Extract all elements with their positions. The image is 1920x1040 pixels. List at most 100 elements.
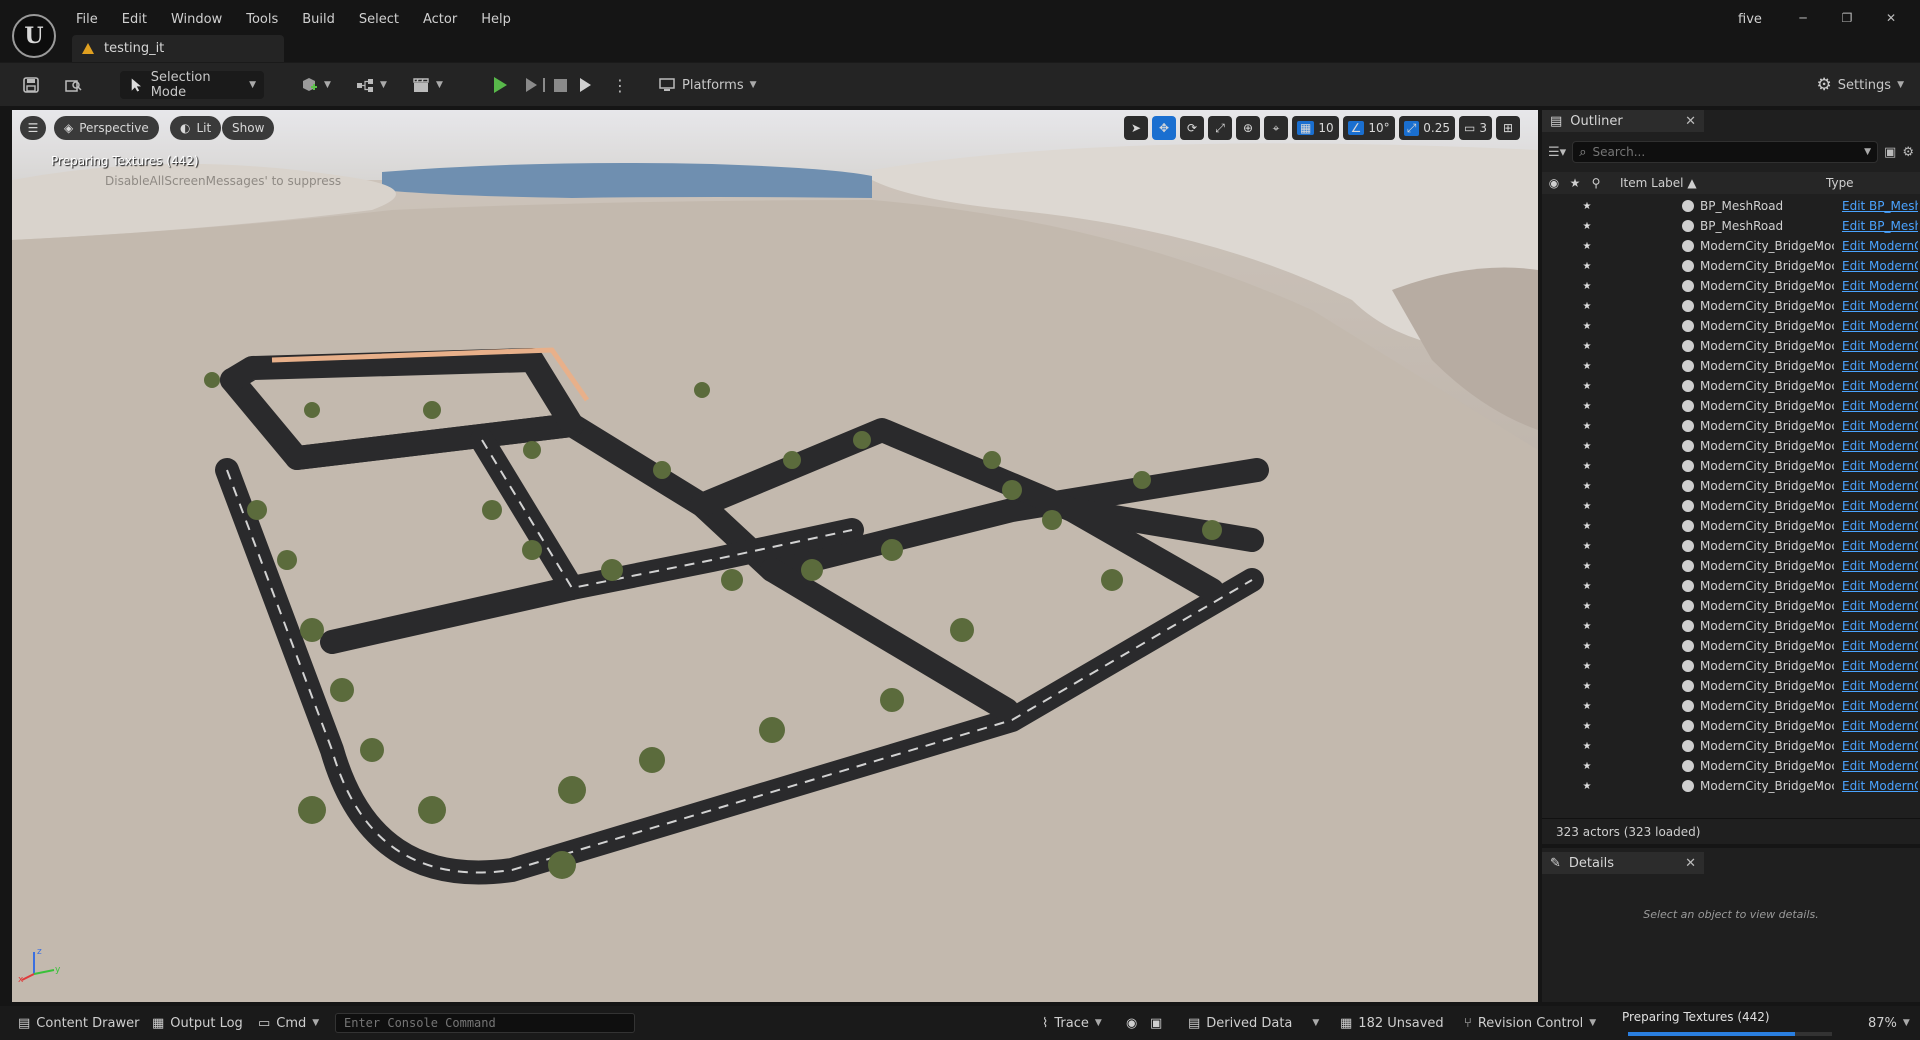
favorite-star-icon[interactable]: ★ — [1578, 341, 1596, 352]
favorite-star-icon[interactable]: ★ — [1578, 421, 1596, 432]
outliner-row-type-link[interactable]: Edit ModernC — [1842, 779, 1918, 793]
outliner-row[interactable]: ★ ModernCity_BridgeMoc Edit ModernC — [1542, 296, 1920, 316]
favorite-star-icon[interactable]: ★ — [1578, 241, 1596, 252]
progress-percent-dropdown[interactable]: 87% ▼ — [1868, 1006, 1910, 1040]
rotation-snap-button[interactable]: ∠ 10° — [1342, 116, 1395, 140]
outliner-row-type-link[interactable]: Edit ModernC — [1842, 679, 1918, 693]
outliner-row[interactable]: ★ ModernCity_BridgeMoc Edit ModernC — [1542, 556, 1920, 576]
translate-tool-button[interactable]: ✥ — [1152, 116, 1177, 140]
outliner-row-type-link[interactable]: Edit ModernC — [1842, 639, 1918, 653]
menu-help[interactable]: Help — [469, 10, 523, 30]
visibility-eye-icon[interactable]: ◉ — [1542, 176, 1566, 190]
favorite-star-icon[interactable]: ★ — [1578, 741, 1596, 752]
favorite-star-icon[interactable]: ★ — [1578, 301, 1596, 312]
favorite-star-icon[interactable]: ★ — [1578, 681, 1596, 692]
outliner-row[interactable]: ★ ModernCity_BridgeMoc Edit ModernC — [1542, 596, 1920, 616]
restore-icon[interactable]: ❐ — [1826, 8, 1868, 28]
camera-speed-button[interactable]: ▭ 3 — [1459, 116, 1492, 140]
details-tab[interactable]: ✎ Details ✕ — [1542, 852, 1704, 874]
favorite-star-icon[interactable]: ★ — [1578, 481, 1596, 492]
rotate-tool-button[interactable]: ⟳ — [1180, 116, 1205, 140]
outliner-row[interactable]: ★ ModernCity_BridgeMoc Edit ModernC — [1542, 776, 1920, 796]
outliner-row-type-link[interactable]: Edit ModernC — [1842, 739, 1918, 753]
console-command-input[interactable] — [335, 1013, 635, 1033]
outliner-row[interactable]: ★ ModernCity_BridgeMoc Edit ModernC — [1542, 356, 1920, 376]
outliner-row[interactable]: ★ ModernCity_BridgeMoc Edit ModernC — [1542, 376, 1920, 396]
outliner-row[interactable]: ★ ModernCity_BridgeMoc Edit ModernC — [1542, 576, 1920, 596]
outliner-row-type-link[interactable]: Edit ModernC — [1842, 659, 1918, 673]
favorite-star-icon[interactable]: ★ — [1578, 641, 1596, 652]
item-label-column[interactable]: Item Label ▲ — [1620, 176, 1820, 190]
outliner-row-type-link[interactable]: Edit ModernC — [1842, 359, 1918, 373]
outliner-row[interactable]: ★ ModernCity_BridgeMoc Edit ModernC — [1542, 656, 1920, 676]
outliner-row[interactable]: ★ ModernCity_BridgeMoc Edit ModernC — [1542, 336, 1920, 356]
outliner-row[interactable]: ★ ModernCity_BridgeMoc Edit ModernC — [1542, 316, 1920, 336]
minimize-icon[interactable]: ─ — [1782, 8, 1824, 28]
add-folder-icon[interactable]: ▣ — [1884, 145, 1896, 160]
unreal-logo-icon[interactable]: U — [12, 14, 56, 58]
output-log-button[interactable]: ▦ Output Log — [152, 1006, 243, 1040]
outliner-row-type-link[interactable]: Edit ModernC — [1842, 719, 1918, 733]
outliner-row-type-link[interactable]: Edit ModernC — [1842, 399, 1918, 413]
menu-file[interactable]: File — [64, 10, 110, 30]
outliner-row[interactable]: ★ ModernCity_BridgeMoc Edit ModernC — [1542, 716, 1920, 736]
outliner-row-type-link[interactable]: Edit ModernC — [1842, 619, 1918, 633]
pin-icon[interactable]: ⚲ — [1584, 176, 1608, 190]
outliner-row-type-link[interactable]: Edit ModernC — [1842, 319, 1918, 333]
browse-button[interactable] — [64, 71, 82, 99]
outliner-row-type-link[interactable]: Edit ModernC — [1842, 439, 1918, 453]
outliner-row[interactable]: ★ ModernCity_BridgeMoc Edit ModernC — [1542, 456, 1920, 476]
trace-dropdown[interactable]: ⌇ Trace ▼ — [1042, 1006, 1102, 1040]
outliner-row[interactable]: ★ ModernCity_BridgeMoc Edit ModernC — [1542, 636, 1920, 656]
outliner-row-type-link[interactable]: Edit ModernC — [1842, 339, 1918, 353]
outliner-row-type-link[interactable]: Edit ModernC — [1842, 299, 1918, 313]
favorite-star-icon[interactable]: ★ — [1578, 401, 1596, 412]
outliner-row[interactable]: ★ ModernCity_BridgeMoc Edit ModernC — [1542, 256, 1920, 276]
menu-build[interactable]: Build — [290, 10, 347, 30]
favorite-star-icon[interactable]: ★ — [1566, 176, 1584, 190]
favorite-star-icon[interactable]: ★ — [1578, 461, 1596, 472]
advance-frame-button[interactable] — [526, 71, 545, 99]
favorite-star-icon[interactable]: ★ — [1578, 781, 1596, 792]
show-button[interactable]: Show — [222, 116, 275, 140]
favorite-star-icon[interactable]: ★ — [1578, 201, 1596, 212]
content-drawer-button[interactable]: ▤ Content Drawer — [18, 1006, 139, 1040]
favorite-star-icon[interactable]: ★ — [1578, 661, 1596, 672]
select-tool-button[interactable]: ➤ — [1124, 116, 1149, 140]
eject-button[interactable] — [580, 71, 591, 99]
outliner-row-type-link[interactable]: Edit ModernC — [1842, 599, 1918, 613]
outliner-row-type-link[interactable]: Edit BP_Mesh — [1842, 219, 1918, 233]
close-icon[interactable]: ✕ — [1870, 8, 1912, 28]
outliner-row-type-link[interactable]: Edit ModernC — [1842, 479, 1918, 493]
outliner-row[interactable]: ★ ModernCity_BridgeMoc Edit ModernC — [1542, 436, 1920, 456]
outliner-row-type-link[interactable]: Edit ModernC — [1842, 379, 1918, 393]
blueprint-button[interactable]: ▼ — [356, 71, 387, 99]
favorite-star-icon[interactable]: ★ — [1578, 361, 1596, 372]
revision-control-dropdown[interactable]: ⑂ Revision Control ▼ — [1464, 1006, 1596, 1040]
scale-tool-button[interactable]: ⤢ — [1208, 116, 1233, 140]
menu-actor[interactable]: Actor — [411, 10, 469, 30]
screenshot-button[interactable]: ▣ — [1150, 1006, 1162, 1040]
level-tab[interactable]: testing_it — [72, 35, 284, 62]
outliner-row[interactable]: ★ ModernCity_BridgeMoc Edit ModernC — [1542, 756, 1920, 776]
record-button[interactable]: ◉ — [1126, 1006, 1137, 1040]
outliner-row[interactable]: ★ ModernCity_BridgeMoc Edit ModernC — [1542, 536, 1920, 556]
grid-snap-button[interactable]: ▦ 10 — [1292, 116, 1339, 140]
favorite-star-icon[interactable]: ★ — [1578, 441, 1596, 452]
platforms-dropdown[interactable]: Platforms ▼ — [658, 71, 757, 99]
outliner-row-type-link[interactable]: Edit ModernC — [1842, 279, 1918, 293]
add-actor-button[interactable]: ▼ — [300, 71, 331, 99]
menu-edit[interactable]: Edit — [110, 10, 159, 30]
play-button[interactable] — [494, 71, 507, 99]
cinematics-button[interactable]: ▼ — [412, 71, 443, 99]
perspective-button[interactable]: ◈ Perspective — [54, 116, 159, 140]
stop-button[interactable] — [554, 71, 567, 99]
favorite-star-icon[interactable]: ★ — [1578, 621, 1596, 632]
favorite-star-icon[interactable]: ★ — [1578, 521, 1596, 532]
cmd-dropdown[interactable]: ▭ Cmd ▼ — [258, 1006, 319, 1040]
outliner-row[interactable]: ★ ModernCity_BridgeMoc Edit ModernC — [1542, 516, 1920, 536]
outliner-row[interactable]: ★ ModernCity_BridgeMoc Edit ModernC — [1542, 696, 1920, 716]
menu-select[interactable]: Select — [347, 10, 411, 30]
favorite-star-icon[interactable]: ★ — [1578, 721, 1596, 732]
menu-window[interactable]: Window — [159, 10, 234, 30]
